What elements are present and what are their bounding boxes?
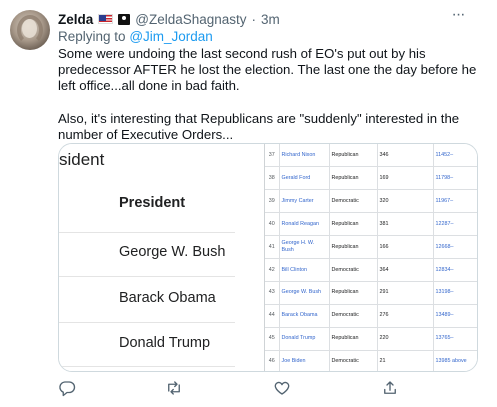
row-number: 39 (265, 189, 280, 214)
user-handle[interactable]: @ZeldaShagnasty (135, 12, 246, 27)
table-row: 41 George H. W. Bush Republican 166 12668– (265, 235, 477, 259)
executive-orders-table-panel: 37 Richard Nixon Republican 346 11452– 38 Gera… (264, 144, 477, 371)
president-link[interactable]: Bill Clinton (279, 258, 330, 282)
timestamp[interactable]: 3m (261, 12, 280, 27)
display-name[interactable]: Zelda (58, 12, 93, 27)
president-link[interactable]: George W. Bush (279, 281, 330, 305)
party-cell: Republican (329, 166, 378, 191)
table-row: 38 Gerald Ford Republican 169 11798– (265, 166, 477, 191)
president-link[interactable]: Ronald Reagan (279, 212, 330, 237)
party-cell: Republican (329, 327, 378, 351)
president-link[interactable]: Barack Obama (279, 304, 330, 328)
row-number: 40 (265, 212, 280, 237)
president-link[interactable]: Richard Nixon (279, 144, 330, 168)
table-row: 43 George W. Bush Republican 291 13198– (265, 281, 477, 305)
party-cell: Democratic (329, 258, 378, 282)
eo-total-cell: 21 (377, 350, 434, 371)
action-bar (58, 379, 478, 397)
table-row: 45 Donald Trump Republican 220 13765– (265, 327, 477, 351)
eo-total-cell: 381 (377, 212, 434, 237)
us-flag-icon (98, 14, 114, 24)
president-name: Donald Trump (119, 335, 211, 351)
pirate-flag-icon (118, 13, 131, 25)
eo-range-link[interactable]: 11452– (433, 144, 477, 168)
executive-orders-table: 37 Richard Nixon Republican 346 11452– 38 Gera… (265, 144, 477, 371)
row-number: 42 (265, 258, 280, 282)
party-cell: Democratic (329, 189, 378, 214)
reply-icon[interactable] (58, 379, 76, 397)
party-cell: Republican (329, 235, 378, 259)
row-divider (59, 322, 235, 323)
tweet-header: Zelda @ZeldaShagnasty · 3m (58, 10, 280, 28)
party-cell: Democratic (329, 350, 378, 371)
share-icon[interactable] (381, 379, 399, 397)
eo-range-link[interactable]: 13489– (433, 304, 477, 328)
table-row: 39 Jimmy Carter Democratic 320 11967– (265, 189, 477, 214)
eo-range-link[interactable]: 11798– (433, 166, 477, 191)
avatar[interactable] (10, 10, 50, 50)
row-number: 44 (265, 304, 280, 328)
eo-range-link[interactable]: 13198– (433, 281, 477, 305)
row-divider (59, 276, 235, 277)
table-row: 37 Richard Nixon Republican 346 11452– (265, 144, 477, 168)
eo-range-link[interactable]: 12287– (433, 212, 477, 237)
tweet-paragraph: Some were undoing the last second rush o… (58, 46, 477, 94)
eo-total-cell: 346 (377, 144, 434, 168)
eo-total-cell: 220 (377, 327, 434, 351)
tweet-text: Some were undoing the last second rush o… (58, 46, 478, 143)
mention-link[interactable]: @Jim_Jordan (129, 29, 213, 44)
president-link[interactable]: Donald Trump (279, 327, 330, 351)
media-image[interactable]: sident President George W. Bush Barack O… (58, 143, 478, 372)
eo-range-link[interactable]: 12834– (433, 258, 477, 282)
row-number: 41 (265, 235, 280, 259)
like-icon[interactable] (273, 379, 291, 397)
president-link[interactable]: Joe Biden (279, 350, 330, 371)
retweet-icon[interactable] (165, 379, 183, 397)
table-row: 40 Ronald Reagan Republican 381 12287– (265, 212, 477, 237)
table-title-fragment: sident (59, 150, 105, 169)
eo-range-link[interactable]: 13765– (433, 327, 477, 351)
table-row: 44 Barack Obama Democratic 276 13489– (265, 304, 477, 328)
eo-total-cell: 276 (377, 304, 434, 328)
eo-range-link[interactable]: 13985 above (433, 350, 477, 371)
president-link[interactable]: Gerald Ford (279, 166, 330, 191)
replying-prefix: Replying to (58, 29, 126, 44)
tweet-paragraph: Also, it's interesting that Republicans … (58, 110, 460, 142)
row-number: 37 (265, 144, 280, 168)
eo-total-cell: 291 (377, 281, 434, 305)
eo-total-cell: 320 (377, 189, 434, 214)
table-row: 42 Bill Clinton Democratic 364 12834– (265, 258, 477, 282)
party-cell: Republican (329, 144, 378, 168)
row-divider (59, 366, 235, 367)
row-number: 46 (265, 350, 280, 371)
party-cell: Republican (329, 212, 378, 237)
president-link[interactable]: George H. W. Bush (279, 235, 330, 259)
row-number: 38 (265, 166, 280, 191)
zoomed-table-panel: sident President George W. Bush Barack O… (59, 144, 263, 371)
row-number: 43 (265, 281, 280, 305)
row-number: 45 (265, 327, 280, 351)
avatar-face (22, 19, 37, 38)
row-divider (59, 232, 235, 233)
eo-total-cell: 166 (377, 235, 434, 259)
party-cell: Democratic (329, 304, 378, 328)
president-link[interactable]: Jimmy Carter (279, 189, 330, 214)
table-row: 46 Joe Biden Democratic 21 13985 above (265, 350, 477, 371)
more-icon[interactable]: ··· (450, 7, 466, 24)
separator-dot: · (251, 11, 257, 27)
eo-total-cell: 169 (377, 166, 434, 191)
eo-range-link[interactable]: 12668– (433, 235, 477, 259)
party-cell: Republican (329, 281, 378, 305)
president-name: George W. Bush (119, 244, 226, 260)
replying-to: Replying to @Jim_Jordan (58, 29, 213, 44)
column-header: President (119, 195, 186, 211)
president-name: Barack Obama (119, 290, 216, 306)
eo-range-link[interactable]: 11967– (433, 189, 477, 214)
eo-total-cell: 364 (377, 258, 434, 282)
